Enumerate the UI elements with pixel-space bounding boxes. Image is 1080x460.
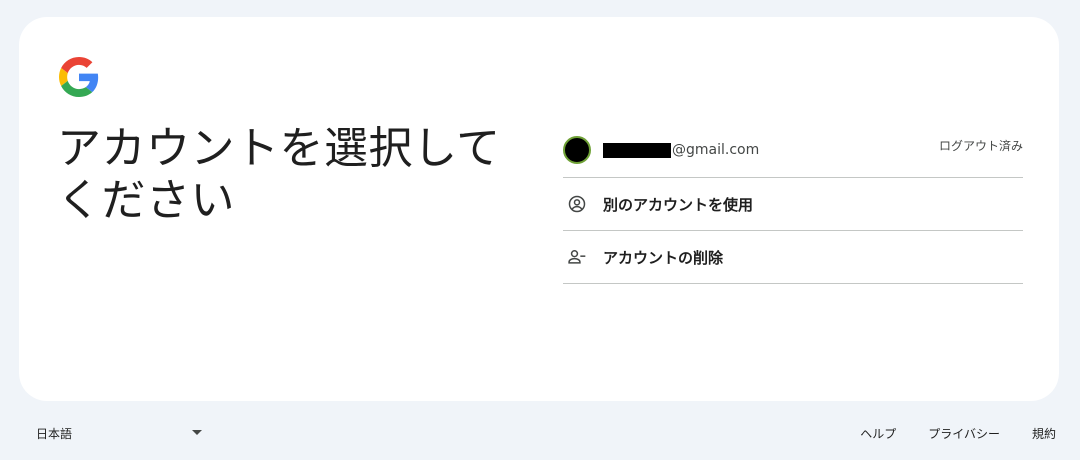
avatar <box>563 136 591 164</box>
sign-in-card: アカウントを選択してください @gmail.com ログアウト済み 別のアカウン… <box>19 17 1059 401</box>
account-email: @gmail.com <box>603 142 759 158</box>
terms-link[interactable]: 規約 <box>1032 421 1056 446</box>
privacy-link[interactable]: プライバシー <box>928 421 1000 446</box>
person-remove-icon <box>568 250 586 264</box>
account-circle-icon <box>568 195 586 213</box>
footer-links: ヘルプ プライバシー 規約 <box>828 418 1056 448</box>
remove-account-label: アカウントの削除 <box>603 248 724 267</box>
use-another-account-button[interactable]: 別のアカウントを使用 <box>563 178 1023 231</box>
email-redaction <box>603 142 671 158</box>
account-list: @gmail.com ログアウト済み 別のアカウントを使用 アカウントの削除 <box>563 123 1023 284</box>
use-another-account-label: 別のアカウントを使用 <box>603 195 754 214</box>
help-link[interactable]: ヘルプ <box>860 421 896 446</box>
caret-down-icon <box>192 430 202 435</box>
google-logo-icon <box>59 57 99 97</box>
language-label: 日本語 <box>36 426 73 441</box>
email-suffix: @gmail.com <box>672 142 760 158</box>
account-item[interactable]: @gmail.com ログアウト済み <box>563 123 1023 178</box>
language-select[interactable]: 日本語 <box>24 418 210 448</box>
remove-account-button[interactable]: アカウントの削除 <box>563 231 1023 284</box>
page-title: アカウントを選択してください <box>57 123 501 226</box>
signed-out-status: ログアウト済み <box>938 139 1023 153</box>
footer: 日本語 ヘルプ プライバシー 規約 <box>0 418 1080 448</box>
